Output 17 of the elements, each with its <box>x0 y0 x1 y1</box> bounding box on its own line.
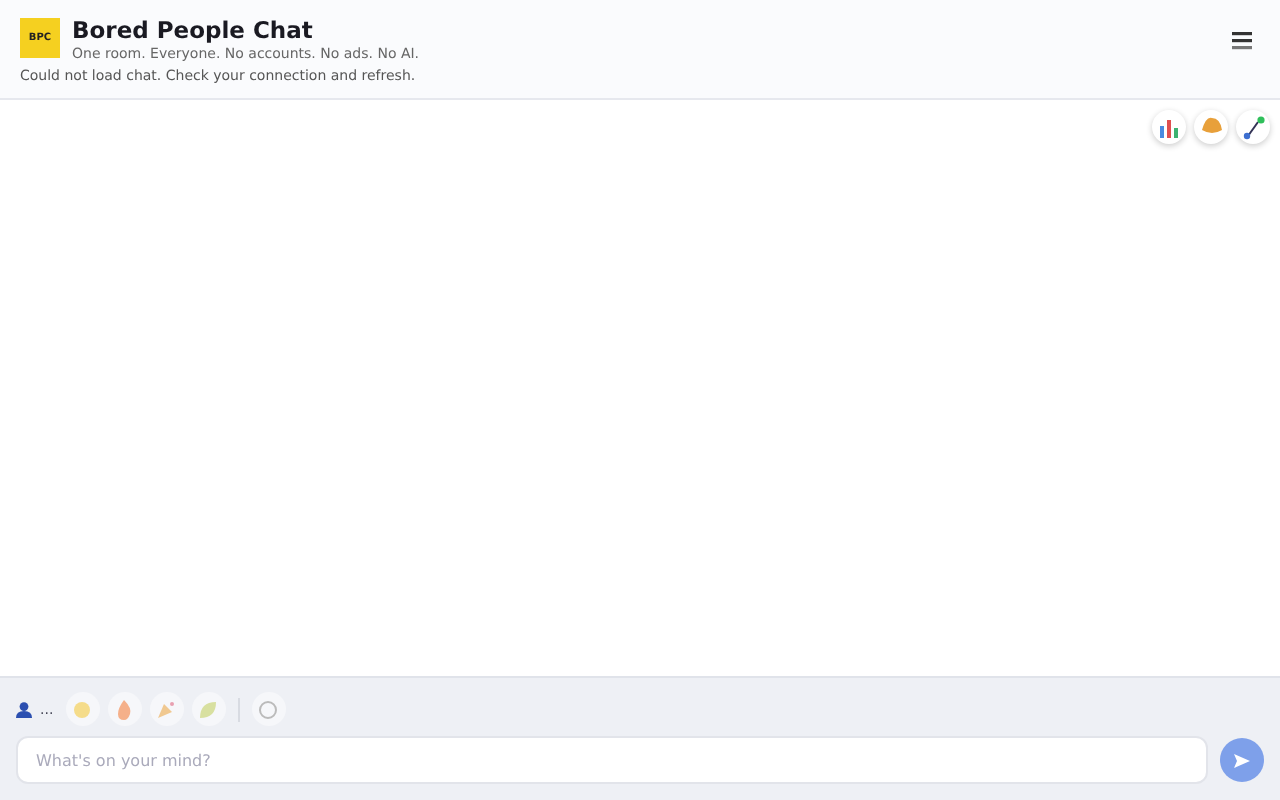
reaction-button[interactable] <box>191 692 226 726</box>
reaction-button[interactable] <box>65 692 100 726</box>
emoji-picker-button[interactable] <box>251 692 286 726</box>
menu-icon <box>1232 32 1252 50</box>
bar-chart-icon <box>1158 117 1180 137</box>
stats-button[interactable] <box>1152 110 1186 144</box>
music-button[interactable] <box>1236 110 1270 144</box>
reaction-button[interactable] <box>107 692 142 726</box>
snack-button[interactable] <box>1194 110 1228 144</box>
leaf-icon <box>198 699 219 719</box>
app-title: Bored People Chat <box>72 16 315 44</box>
party-popper-icon <box>156 699 177 719</box>
user-icon <box>16 701 32 717</box>
message-field[interactable]: What's on your mind? <box>16 736 1208 784</box>
reaction-button[interactable] <box>149 692 184 726</box>
send-icon <box>1234 753 1250 767</box>
send-button[interactable] <box>1220 738 1264 782</box>
